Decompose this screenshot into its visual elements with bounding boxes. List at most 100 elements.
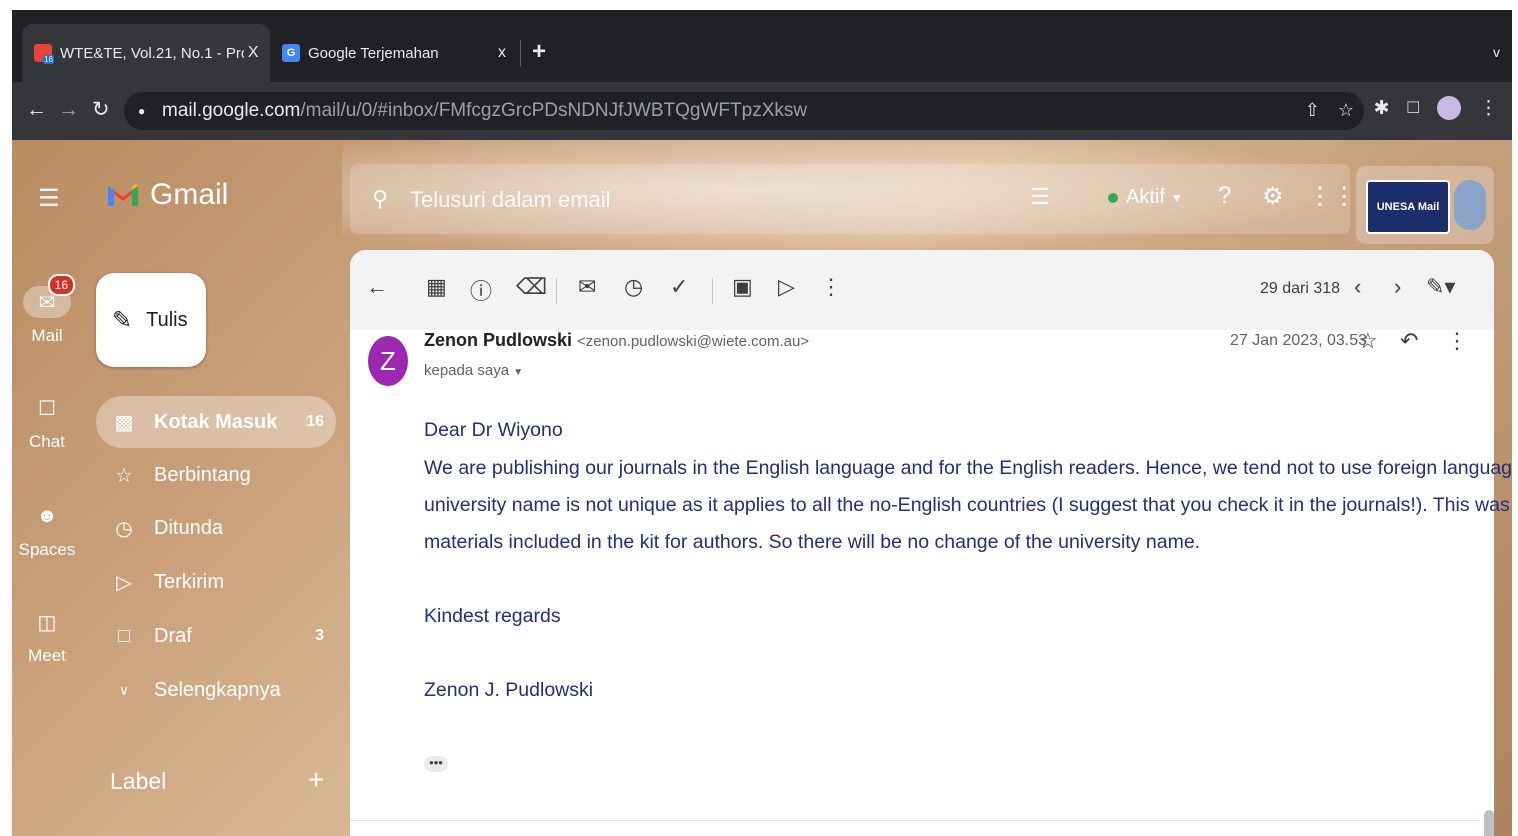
url-path: /mail/u/0/#inbox/FMfcgzGrcPDsNDNJfJWBTQg…	[300, 100, 808, 121]
sender-avatar[interactable]: Z	[368, 336, 408, 386]
browser-window: WTE&TE, Vol.21, No.1 - Proofs X G Google…	[12, 10, 1512, 836]
organization-logo-text: UNESA Mail	[1376, 201, 1440, 213]
snooze-icon[interactable]: ◷	[624, 274, 643, 300]
compose-button[interactable]: ✎ Tulis	[96, 273, 206, 367]
meet-icon: ◫	[37, 611, 57, 634]
gmail-wordmark: Gmail	[150, 178, 229, 211]
scrollbar[interactable]	[1484, 810, 1494, 836]
chat-icon: ☐	[38, 397, 56, 420]
message-divider	[350, 820, 1480, 821]
delete-icon[interactable]: ⌫	[516, 274, 547, 300]
gmail-m-icon	[108, 184, 138, 206]
spaces-icon: ☻	[36, 504, 58, 527]
browser-toolbar: ← → ↻ ● mail.google.com/mail/u/0/#inbox/…	[12, 82, 1512, 140]
main-menu-icon[interactable]: ☰	[38, 184, 60, 213]
tab-translate[interactable]: G Google Terjemahan x	[270, 24, 520, 82]
message-date: 27 Jan 2023, 03.53	[1230, 332, 1368, 349]
gmail-favicon-icon	[34, 44, 54, 64]
tab-gmail[interactable]: WTE&TE, Vol.21, No.1 - Proofs X	[22, 24, 270, 82]
status-selector[interactable]: Aktif ▼	[1108, 186, 1183, 209]
new-tab-button[interactable]: +	[532, 38, 546, 66]
mail-icon: ✉ 16	[23, 274, 75, 318]
share-icon[interactable]: ⇧	[1305, 100, 1320, 121]
older-icon[interactable]: ›	[1394, 274, 1401, 300]
reply-icon[interactable]: ↶	[1400, 328, 1418, 354]
profile-avatar[interactable]	[1437, 96, 1461, 120]
message-body-line: materials included in the kit for author…	[424, 531, 1201, 553]
nav-more[interactable]: ∨ Selengkapnya	[96, 664, 336, 716]
search-options-icon[interactable]: ☰	[1030, 184, 1050, 210]
more-options-icon[interactable]: ⋮	[820, 274, 842, 300]
back-to-inbox-icon[interactable]: ←	[366, 274, 388, 300]
newer-icon[interactable]: ‹	[1354, 274, 1361, 300]
message-panel: ← ▦ ⓘ ⌫ ✉ ◷ ✓ ▣ ▷ ⋮ 29 dari 318 ‹ › ✎▾ Z…	[350, 250, 1512, 836]
label-icon[interactable]: ▷	[778, 274, 795, 300]
recipient-label: kepada saya	[424, 362, 510, 379]
nav-sent[interactable]: ▷ Terkirim	[96, 556, 336, 608]
rail-meet[interactable]: ◫ Meet	[12, 606, 82, 666]
add-to-tasks-icon[interactable]: ✓	[670, 274, 688, 300]
chevron-down-icon: ▼	[1170, 190, 1183, 205]
back-icon[interactable]: ←	[26, 98, 47, 122]
rail-label: Meet	[28, 646, 66, 665]
side-panel-icon[interactable]: □	[1408, 97, 1419, 119]
inbox-icon: ▩	[114, 411, 134, 434]
gmail-logo[interactable]: Gmail	[106, 178, 228, 212]
rail-mail[interactable]: ✉ 16 Mail	[12, 274, 82, 346]
recipient-dropdown[interactable]: kepada saya ▼	[424, 362, 523, 379]
organization-logo[interactable]: UNESA Mail	[1366, 180, 1450, 234]
chevron-down-icon: ∨	[118, 681, 130, 698]
bookmark-star-icon[interactable]: ☆	[1338, 100, 1354, 121]
rail-label: Spaces	[18, 540, 76, 559]
account-avatar[interactable]	[1454, 180, 1486, 230]
add-label-button[interactable]: +	[308, 764, 324, 796]
toolbar-divider	[712, 278, 713, 304]
reload-icon[interactable]: ↻	[92, 98, 110, 122]
extensions-icon[interactable]: ✱	[1374, 97, 1390, 120]
star-icon[interactable]: ☆	[1358, 328, 1378, 354]
nav-starred[interactable]: ☆ Berbintang	[96, 449, 336, 501]
more-options-icon[interactable]: ⋮	[1446, 328, 1468, 354]
address-bar[interactable]: ● mail.google.com/mail/u/0/#inbox/FMfcgz…	[124, 92, 1364, 130]
account-area: UNESA Mail	[1356, 166, 1494, 244]
pencil-icon: ✎	[112, 306, 133, 334]
archive-icon[interactable]: ▦	[426, 274, 447, 300]
message-body-line: We are publishing our journals in the En…	[424, 457, 1512, 479]
tab-title: Google Terjemahan	[308, 44, 439, 62]
labels-heading: Label	[110, 768, 167, 794]
rail-chat[interactable]: ☐ Chat	[12, 392, 82, 452]
help-icon[interactable]: ?	[1218, 182, 1231, 210]
nav-inbox[interactable]: ▩ Kotak Masuk 16	[96, 396, 336, 448]
toolbar-divider	[556, 278, 557, 304]
status-label: Aktif	[1126, 186, 1165, 208]
draft-icon: □	[117, 624, 131, 647]
nav-snoozed[interactable]: ◷ Ditunda	[96, 502, 336, 554]
mail-unread-badge: 16	[47, 274, 75, 296]
tab-strip: WTE&TE, Vol.21, No.1 - Proofs X G Google…	[12, 10, 1512, 82]
apps-grid-icon[interactable]: ⋮⋮	[1308, 182, 1356, 211]
nav-label: Ditunda	[154, 516, 223, 539]
lock-icon[interactable]: ●	[138, 104, 154, 118]
sender-email: <zenon.pudlowski@wiete.com.au>	[577, 333, 810, 350]
rail-label: Mail	[31, 326, 63, 345]
close-tab-icon[interactable]: x	[492, 44, 512, 62]
forward-icon[interactable]: →	[58, 98, 79, 122]
search-icon[interactable]: ⚲	[372, 186, 388, 212]
clock-icon: ◷	[115, 517, 133, 540]
message-body-line: university name is not unique as it appl…	[424, 494, 1512, 516]
rail-spaces[interactable]: ☻ Spaces	[12, 500, 82, 560]
message-greeting: Dear Dr Wiyono	[424, 419, 563, 441]
gmail-app: ☰ Gmail ⚲ ☰ Aktif ▼ ? ⚙ ⋮⋮ UNESA Mail	[12, 140, 1512, 836]
report-spam-icon[interactable]: ⓘ	[470, 274, 492, 306]
search-input[interactable]	[408, 184, 912, 216]
nav-drafts[interactable]: □ Draf 3	[96, 610, 336, 662]
tab-search-button[interactable]: v	[1493, 44, 1500, 60]
settings-gear-icon[interactable]: ⚙	[1262, 182, 1284, 211]
close-tab-icon[interactable]: X	[244, 44, 262, 62]
move-to-icon[interactable]: ▣	[732, 274, 753, 300]
mark-unread-icon[interactable]: ✉	[578, 274, 596, 300]
tab-divider	[520, 40, 521, 66]
show-trimmed-content-button[interactable]: •••	[424, 756, 448, 772]
browser-menu-icon[interactable]: ⋮	[1479, 97, 1498, 120]
input-tools-icon[interactable]: ✎▾	[1426, 274, 1455, 300]
